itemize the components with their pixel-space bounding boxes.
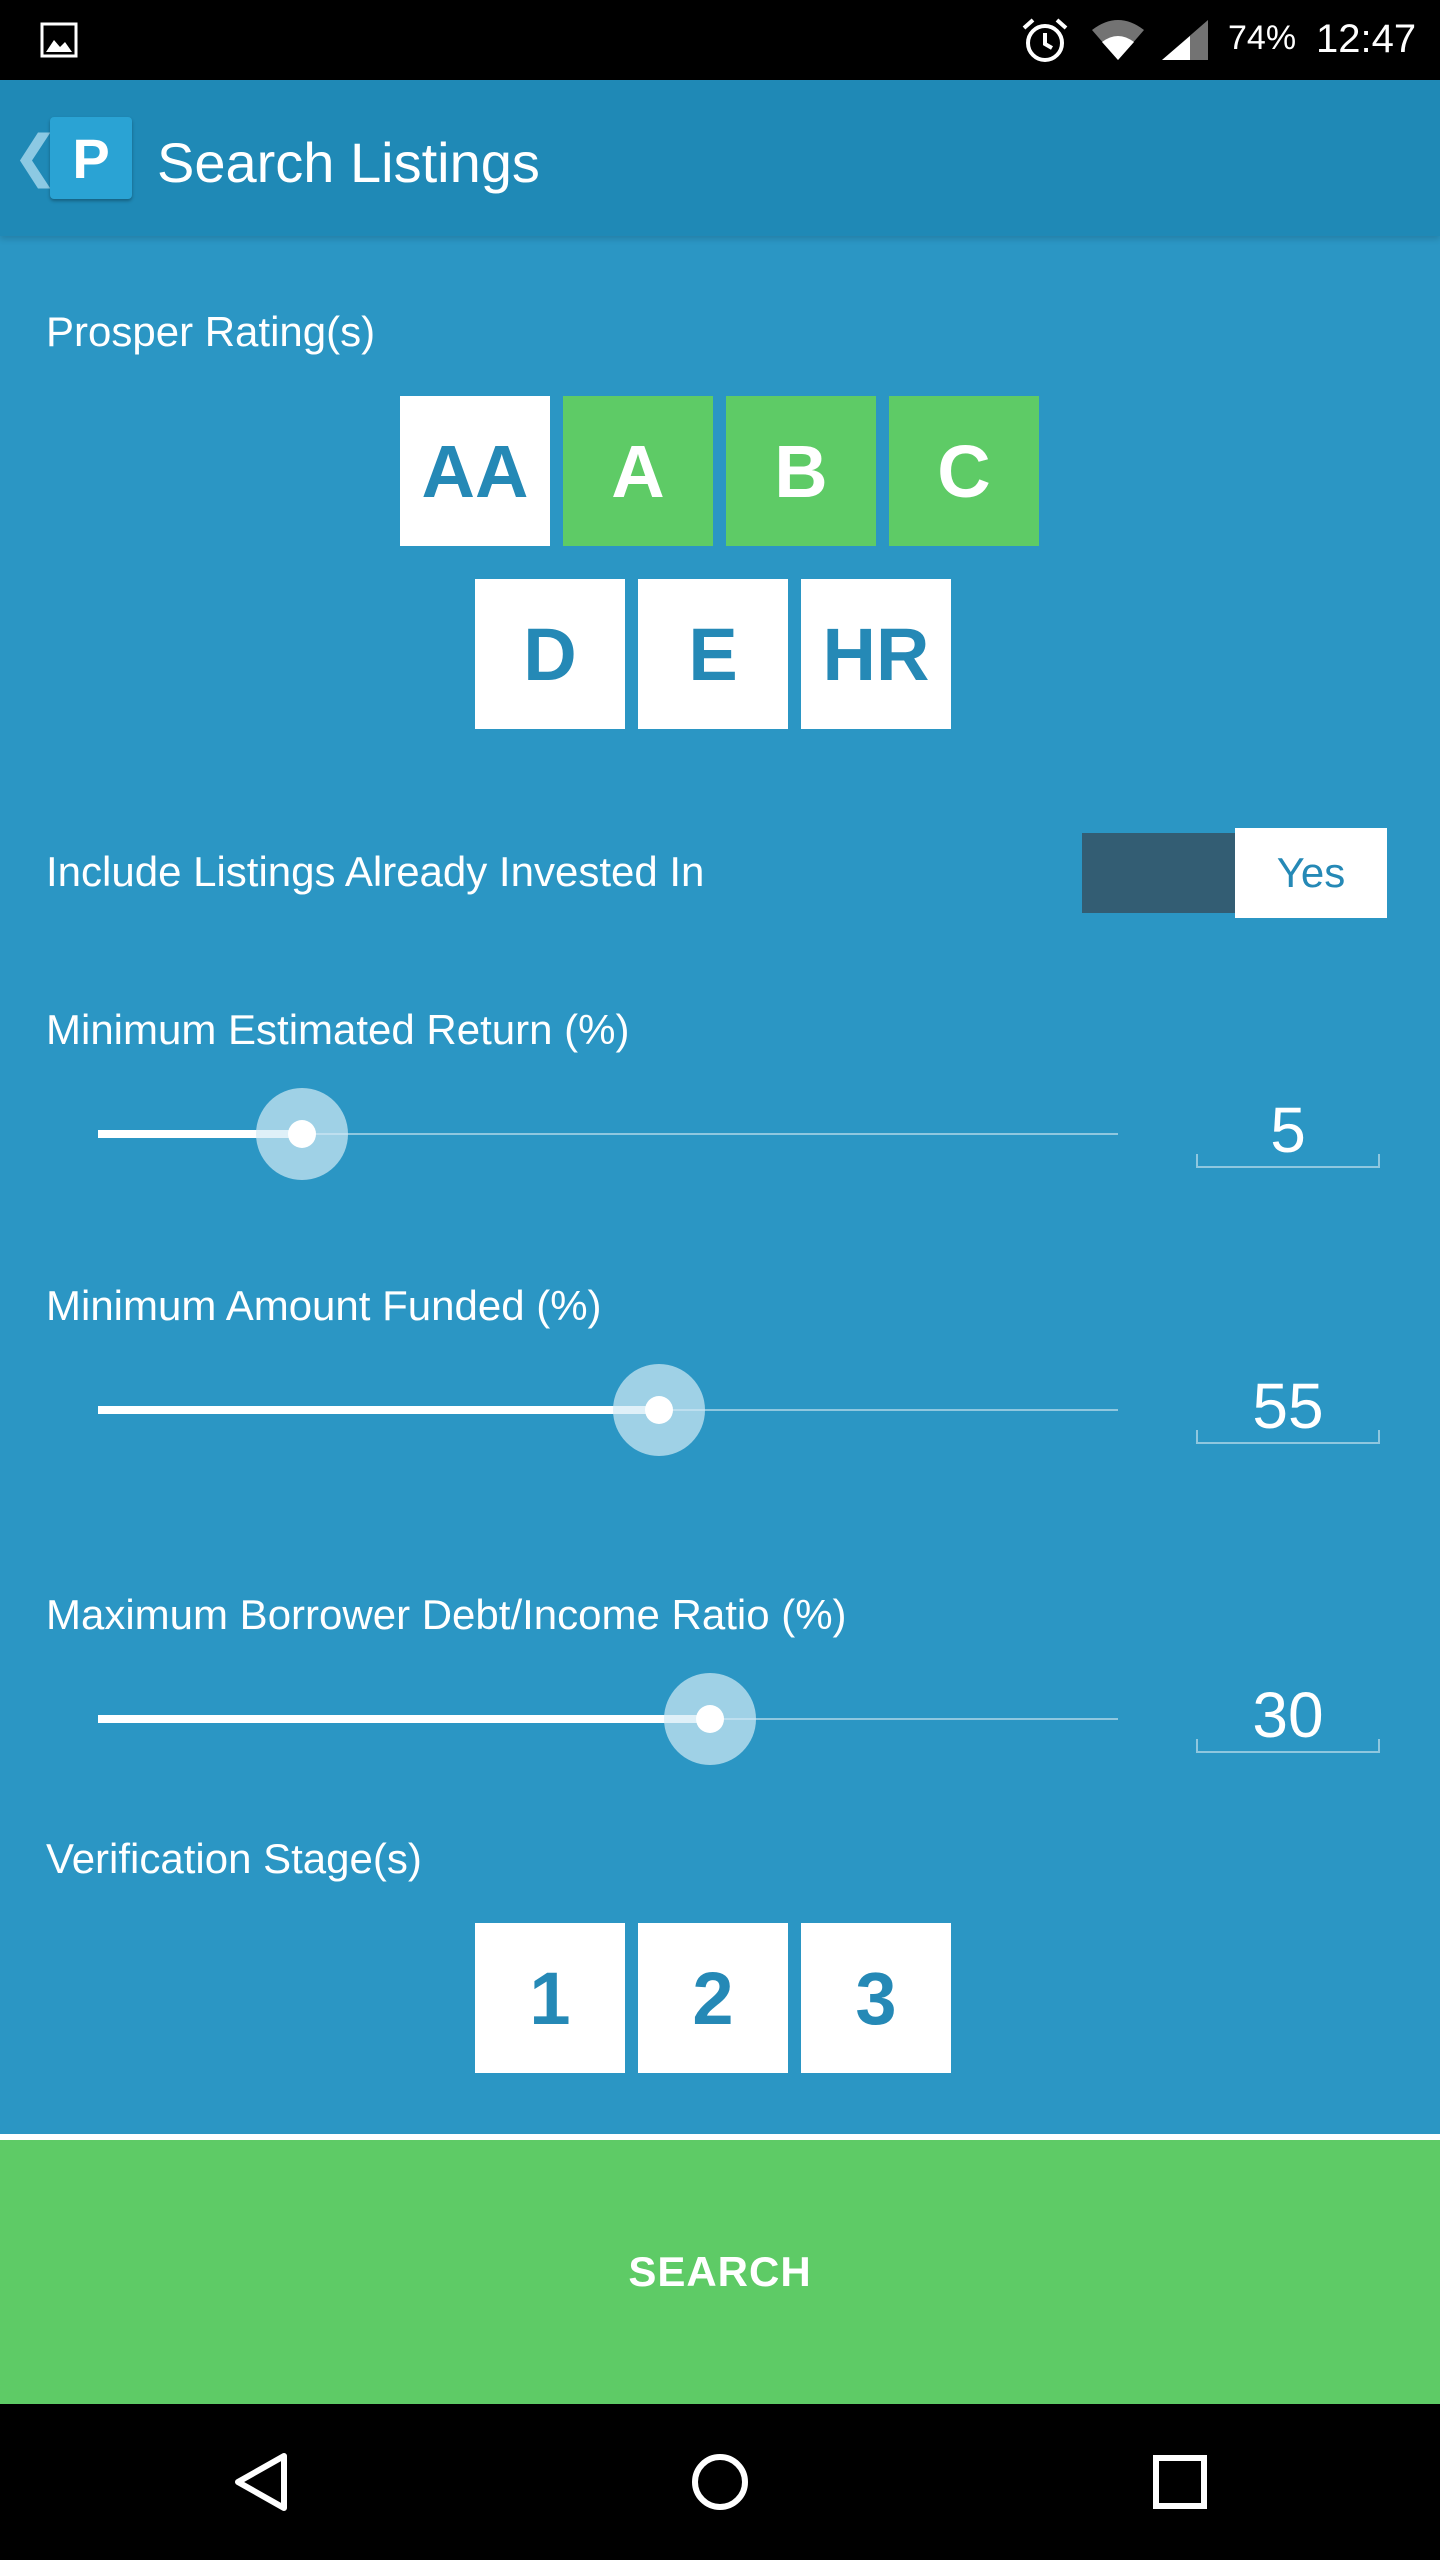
rating-tile-hr[interactable]: HR [801,579,951,729]
min-return-slider[interactable] [98,1084,1118,1184]
verification-tile-1[interactable]: 1 [475,1923,625,2073]
clock: 12:47 [1316,17,1417,61]
status-bar: 74% 12:47 [0,0,1440,80]
recents-nav-icon[interactable] [1140,2442,1220,2522]
slider-thumb[interactable] [696,1705,724,1733]
ratings-label: Prosper Rating(s) [46,308,376,355]
slider-fill [98,1406,659,1414]
max-dti-slider[interactable] [98,1669,1118,1769]
min-return-value[interactable]: 5 [1196,1094,1380,1168]
invested-toggle[interactable]: Yes [1082,828,1387,918]
invested-label: Include Listings Already Invested In [46,848,705,895]
page-title: Search Listings [157,131,540,194]
rating-tile-d[interactable]: D [475,579,625,729]
back-nav-icon[interactable] [222,2442,302,2522]
max-dti-label: Maximum Borrower Debt/Income Ratio (%) [46,1591,847,1638]
battery-percentage: 74% [1228,19,1297,57]
max-dti-value[interactable]: 30 [1196,1679,1380,1753]
verification-label: Verification Stage(s) [46,1835,422,1882]
rating-tile-b[interactable]: B [726,396,876,546]
wifi-icon [1092,20,1144,60]
navigation-bar [0,2404,1440,2560]
slider-thumb[interactable] [645,1396,673,1424]
min-return-label: Minimum Estimated Return (%) [46,1006,630,1053]
min-funded-label: Minimum Amount Funded (%) [46,1282,602,1329]
verification-tile-2[interactable]: 2 [638,1923,788,2073]
home-nav-icon[interactable] [680,2442,760,2522]
rating-tile-aa[interactable]: AA [400,396,550,546]
toggle-knob: Yes [1235,828,1387,918]
rating-tile-c[interactable]: C [889,396,1039,546]
slider-thumb[interactable] [288,1120,316,1148]
rating-tile-a[interactable]: A [563,396,713,546]
rating-tile-e[interactable]: E [638,579,788,729]
search-button[interactable]: SEARCH [0,2140,1440,2404]
toggle-track [1082,833,1237,913]
gallery-icon [40,22,78,58]
min-funded-slider[interactable] [98,1360,1118,1460]
app-bar: ❮ P Search Listings [0,80,1440,236]
alarm-icon [1022,18,1068,62]
min-funded-value[interactable]: 55 [1196,1370,1380,1444]
slider-fill [98,1715,710,1723]
signal-icon [1162,20,1208,60]
app-logo[interactable]: P [50,117,132,199]
verification-tile-3[interactable]: 3 [801,1923,951,2073]
